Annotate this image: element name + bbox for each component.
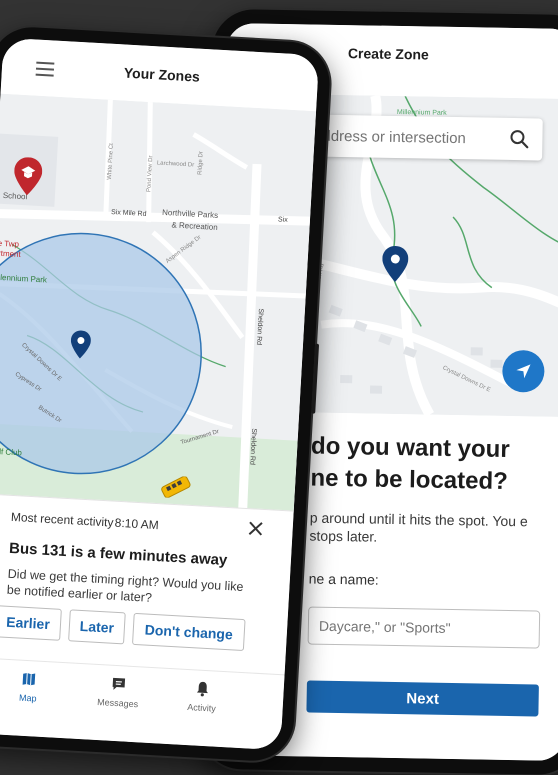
map-label-twp: lle Twp [0, 239, 20, 249]
tab-map[interactable]: Map [0, 669, 64, 705]
school-pin-icon[interactable] [13, 157, 43, 197]
phone-your-zones: Your Zones School Six Mile Rd Northville… [0, 25, 332, 763]
map-icon [22, 673, 36, 686]
zone-name-label: ne a name: [308, 570, 379, 588]
next-button[interactable]: Next [306, 680, 539, 717]
zone-name-field[interactable] [307, 606, 541, 649]
tab-activity[interactable]: Activity [166, 679, 238, 715]
zone-name-input[interactable] [316, 616, 532, 639]
location-description: p around until it hits the spot. You e s… [309, 509, 528, 545]
activity-card: Most recent activity 8:10 AM Bus 131 is … [0, 493, 294, 676]
school-bus-icon[interactable] [158, 475, 193, 499]
dont-change-button[interactable]: Don't change [131, 612, 246, 652]
close-icon[interactable] [246, 519, 265, 538]
address-search-input[interactable] [320, 123, 505, 151]
earlier-button[interactable]: Earlier [0, 605, 62, 641]
page-title: Your Zones [123, 64, 201, 85]
map-label-department: artment [0, 249, 22, 260]
heading-line-2: ne to be located? [310, 464, 509, 495]
address-search-box[interactable] [310, 114, 543, 161]
navigation-arrow-icon [516, 364, 531, 379]
messages-icon [112, 677, 126, 690]
heading-line-1: do you want your [310, 432, 510, 463]
zone-pin-icon[interactable] [382, 245, 409, 282]
tab-messages-label: Messages [96, 696, 139, 710]
tab-messages[interactable]: Messages [82, 674, 154, 710]
activity-time: 8:10 AM [114, 515, 160, 533]
your-zones-screen: Your Zones School Six Mile Rd Northville… [0, 37, 320, 751]
map-canvas: School Six Mile Rd Northville Parks & Re… [0, 93, 317, 513]
tab-map-label: Map [18, 692, 37, 704]
timing-question: Did we get the timing right? Would you l… [6, 566, 244, 605]
map-label-golf: Golf Club [0, 447, 23, 458]
map-label-six: Six [278, 216, 289, 224]
hamburger-menu-icon[interactable] [35, 61, 55, 77]
zone-pin-icon[interactable] [70, 330, 92, 359]
bell-icon [196, 681, 208, 697]
recent-activity-label: Most recent activity [10, 509, 114, 530]
tab-activity-label: Activity [187, 702, 217, 714]
search-icon[interactable] [508, 128, 530, 150]
bus-status-title: Bus 131 is a few minutes away [8, 539, 228, 570]
later-button[interactable]: Later [68, 609, 126, 645]
location-heading: do you want your ne to be located? [310, 431, 551, 499]
zones-map[interactable]: School Six Mile Rd Northville Parks & Re… [0, 93, 317, 513]
page-title: Create Zone [347, 45, 429, 63]
